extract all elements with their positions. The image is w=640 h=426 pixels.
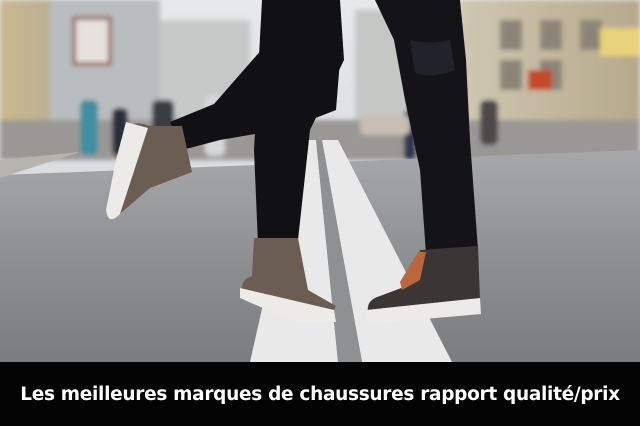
image-frame: Les meilleures marques de chaussures rap… bbox=[0, 0, 640, 426]
caption-banner: Les meilleures marques de chaussures rap… bbox=[0, 362, 640, 426]
caption-title: Les meilleures marques de chaussures rap… bbox=[20, 383, 620, 405]
street-photo bbox=[0, 0, 640, 362]
